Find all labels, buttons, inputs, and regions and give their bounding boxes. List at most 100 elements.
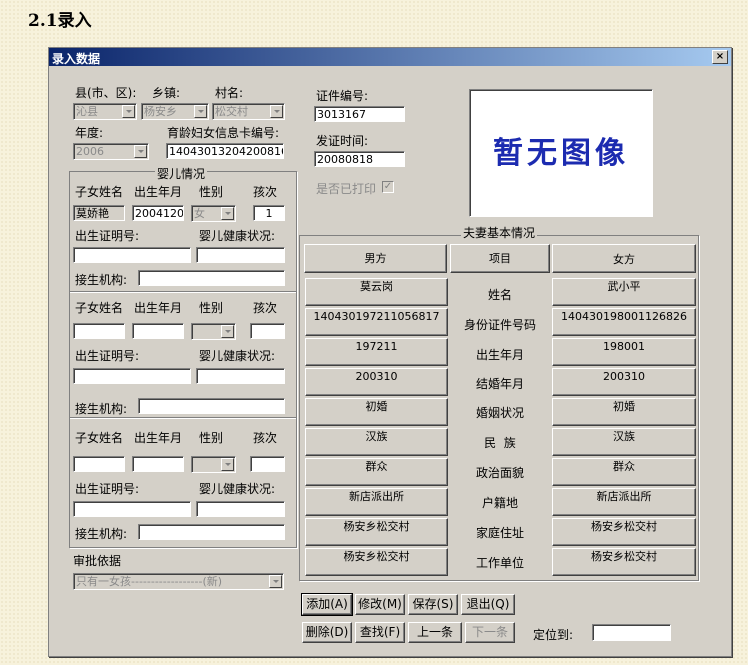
child-order-field[interactable] (250, 456, 285, 472)
row-item-label: 姓名 (487, 288, 512, 302)
male-marital-status-cell[interactable]: 初婚 (305, 398, 448, 426)
birth-cert-label: 出生证明号: (75, 482, 140, 496)
row-item-label: 家庭住址 (475, 526, 524, 540)
add-button[interactable]: 添加(A) (301, 593, 353, 616)
female-address-cell[interactable]: 杨安乡松交村 (552, 518, 696, 546)
prev-button[interactable]: 上一条 (408, 622, 462, 643)
save-button[interactable]: 保存(S) (408, 594, 458, 615)
header-item: 项目 (450, 244, 550, 273)
delivery-org-field[interactable] (138, 524, 285, 540)
quit-button[interactable]: 退出(Q) (461, 594, 515, 615)
title-bar[interactable]: 录入数据 × (49, 48, 731, 66)
female-household-cell[interactable]: 新店派出所 (552, 488, 696, 516)
window-title: 录入数据 (52, 52, 101, 66)
row-item-label: 出生年月 (475, 348, 524, 362)
delete-button[interactable]: 删除(D) (302, 622, 352, 643)
section-heading: 2.1录入 (28, 11, 92, 31)
child-sex-select[interactable]: 女 (191, 205, 236, 222)
row-item-label: 政治面貌 (475, 466, 524, 480)
row-item-label: 户籍地 (481, 496, 518, 510)
child-sex-select[interactable] (191, 323, 236, 340)
birth-cert-field[interactable] (73, 368, 191, 384)
health-field[interactable] (196, 247, 285, 263)
female-marital-status-cell[interactable]: 初婚 (552, 398, 696, 426)
printed-checkbox[interactable]: ✓ (382, 181, 394, 193)
chevron-down-icon[interactable] (122, 105, 135, 118)
year-select[interactable]: 2006 (73, 143, 149, 160)
male-address-cell[interactable]: 杨安乡松交村 (305, 518, 448, 546)
town-select[interactable]: 杨安乡 (141, 103, 209, 120)
female-political-status-cell[interactable]: 群众 (552, 458, 696, 486)
birth-cert-label: 出生证明号: (75, 349, 140, 363)
cert-date-field[interactable]: 20080818 (314, 151, 405, 167)
birth-cert-field[interactable] (73, 247, 191, 263)
female-workplace-cell[interactable]: 杨安乡松交村 (552, 548, 696, 576)
female-marriage-date-cell[interactable]: 200310 (552, 368, 696, 396)
village-label: 村名: (215, 86, 244, 100)
couple-group-title: 夫妻基本情况 (461, 224, 538, 241)
male-household-cell[interactable]: 新店派出所 (305, 488, 448, 516)
county-select[interactable]: 沁县 (73, 103, 137, 120)
child-name-field[interactable] (73, 456, 125, 472)
male-name-cell[interactable]: 莫云岗 (305, 278, 448, 306)
female-id-cell[interactable]: 140430198001126826 (552, 308, 696, 336)
cert-date-label: 发证时间: (316, 134, 369, 148)
child-name-field[interactable] (73, 323, 125, 339)
child-sex-value: 女 (194, 207, 205, 220)
chevron-down-icon[interactable] (221, 458, 234, 471)
locate-field[interactable] (592, 624, 671, 641)
female-ethnicity-cell[interactable]: 汉族 (552, 428, 696, 456)
edit-button[interactable]: 修改(M) (355, 594, 405, 615)
col-order: 孩次 (253, 185, 278, 199)
child-order-field[interactable]: 1 (253, 205, 285, 221)
male-ethnicity-cell[interactable]: 汉族 (305, 428, 448, 456)
child-birth-field[interactable] (132, 323, 184, 339)
find-button[interactable]: 查找(F) (355, 622, 405, 643)
delivery-org-field[interactable] (138, 270, 285, 286)
col-order: 孩次 (253, 301, 278, 315)
col-birth: 出生年月 (134, 301, 183, 315)
male-id-cell[interactable]: 140430197211056817 (305, 308, 448, 336)
close-button[interactable]: × (712, 50, 728, 64)
col-order: 孩次 (253, 431, 278, 445)
child-order-field[interactable] (250, 323, 285, 339)
chevron-down-icon[interactable] (134, 145, 147, 158)
row-item-label: 工作单位 (475, 556, 524, 570)
village-value: 松交村 (215, 105, 248, 118)
delivery-org-field[interactable] (138, 398, 285, 414)
delivery-org-label: 接生机构: (75, 273, 128, 287)
male-political-status-cell[interactable]: 群众 (305, 458, 448, 486)
chevron-down-icon[interactable] (221, 207, 234, 220)
child-birth-field[interactable] (132, 456, 184, 472)
village-select[interactable]: 松交村 (212, 103, 285, 120)
approval-label: 审批依据 (73, 554, 122, 568)
male-birth-cell[interactable]: 197211 (305, 338, 448, 366)
approval-select[interactable]: 只有一女孩------------------(新) (73, 573, 284, 590)
row-item-label: 婚姻状况 (475, 406, 524, 420)
male-workplace-cell[interactable]: 杨安乡松交村 (305, 548, 448, 576)
health-field[interactable] (196, 501, 285, 517)
child-sex-select[interactable] (191, 456, 236, 473)
card-number-field[interactable]: 140430132042008167 (166, 143, 284, 159)
col-child-name: 子女姓名 (75, 301, 124, 315)
header-male: 男方 (304, 244, 447, 273)
infant-group-title: 婴儿情况 (155, 165, 208, 182)
child-birth-field[interactable]: 20041205 (132, 205, 184, 221)
female-name-cell[interactable]: 武小平 (552, 278, 696, 306)
cert-no-field[interactable]: 3013167 (314, 106, 405, 122)
female-birth-cell[interactable]: 198001 (552, 338, 696, 366)
birth-cert-field[interactable] (73, 501, 191, 517)
chevron-down-icon[interactable] (269, 575, 282, 588)
chevron-down-icon[interactable] (270, 105, 283, 118)
col-child-name: 子女姓名 (75, 431, 124, 445)
town-label: 乡镇: (152, 86, 181, 100)
photo-box: 暂无图像 (469, 89, 653, 217)
male-marriage-date-cell[interactable]: 200310 (305, 368, 448, 396)
next-button[interactable]: 下一条 (465, 622, 515, 643)
health-field[interactable] (196, 368, 285, 384)
child-name-field[interactable]: 莫娇艳 (73, 205, 125, 221)
header-female: 女方 (552, 244, 696, 273)
chevron-down-icon[interactable] (221, 325, 234, 338)
chevron-down-icon[interactable] (194, 105, 207, 118)
town-value: 杨安乡 (144, 105, 177, 118)
